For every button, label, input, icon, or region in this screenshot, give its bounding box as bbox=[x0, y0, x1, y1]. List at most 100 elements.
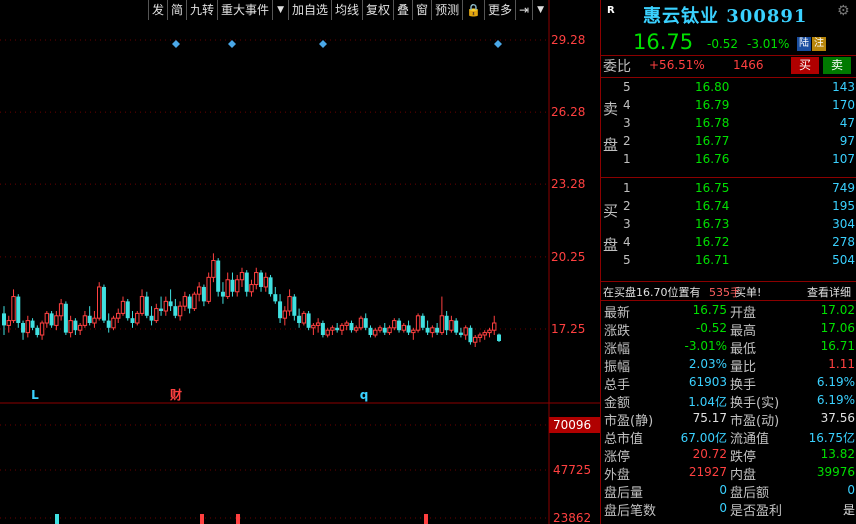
candle-body bbox=[473, 336, 478, 343]
stat-row: 市盈(静) 75.17 市盈(动) 37.56 bbox=[601, 409, 856, 429]
order-level: 1 bbox=[623, 152, 631, 166]
order-level: 5 bbox=[623, 253, 631, 267]
stat-value: 37.56 bbox=[820, 411, 855, 425]
order-volume: 97 bbox=[839, 134, 855, 148]
candle-body bbox=[249, 284, 254, 293]
toolbar-item[interactable]: 重大事件 bbox=[217, 0, 272, 20]
candle-body bbox=[149, 315, 154, 321]
toolbar-item[interactable]: 简 bbox=[167, 0, 186, 20]
stat-value: 61903 bbox=[688, 375, 727, 389]
candle-body bbox=[273, 294, 278, 302]
stat-value: 是 bbox=[842, 503, 855, 517]
event-label: q bbox=[360, 388, 369, 402]
candle-body bbox=[368, 327, 373, 336]
candle-body bbox=[216, 260, 221, 292]
sell-order-row[interactable]: 3 16.78 47 bbox=[621, 114, 856, 132]
toolbar-item[interactable]: 均线 bbox=[331, 0, 362, 20]
candle-body bbox=[101, 286, 106, 321]
sell-order-row[interactable]: 2 16.77 97 bbox=[621, 132, 856, 150]
buy-order-row[interactable]: 5 16.71 504 bbox=[621, 251, 856, 269]
event-marker-icon bbox=[319, 40, 327, 48]
candle-body bbox=[406, 325, 411, 333]
stat-value: 67.00亿 bbox=[680, 431, 727, 445]
toolbar-item[interactable]: 九转 bbox=[186, 0, 217, 20]
buy-order-row[interactable]: 3 16.73 304 bbox=[621, 215, 856, 233]
candle-body bbox=[11, 296, 16, 322]
stat-value: 20.72 bbox=[692, 447, 727, 461]
order-level: 2 bbox=[623, 199, 631, 213]
candle-body bbox=[425, 327, 430, 333]
kline-chart[interactable]: 29.28 26.28 23.28 20.25 17.25 70096 47725 23862… bbox=[0, 0, 600, 524]
stat-row: 涨幅 -3.01% 最低 16.71 bbox=[601, 337, 856, 357]
stat-value: 0 bbox=[719, 483, 727, 497]
candle-body bbox=[477, 334, 483, 338]
toolbar-item[interactable]: 叠 bbox=[393, 0, 412, 20]
toolbar-item[interactable]: 发 bbox=[148, 0, 167, 20]
candle-body bbox=[435, 327, 440, 333]
candle-body bbox=[163, 300, 169, 312]
toolbar-item[interactable]: 🔒 bbox=[462, 0, 484, 20]
gear-icon[interactable]: ⚙ bbox=[837, 3, 850, 19]
toolbar-item[interactable]: ⇥ bbox=[515, 0, 532, 20]
weibi-label: 委比 bbox=[603, 59, 631, 75]
toolbar-item[interactable]: 复权 bbox=[362, 0, 393, 20]
candle-body bbox=[120, 300, 126, 314]
sell-order-row[interactable]: 1 16.76 107 bbox=[621, 150, 856, 168]
candle-body bbox=[254, 272, 259, 286]
sell-order-row[interactable]: 4 16.79 170 bbox=[621, 96, 856, 114]
stat-label: 盘后笔数 bbox=[604, 504, 657, 519]
toolbar-item[interactable]: 窗 bbox=[412, 0, 431, 20]
candle-body bbox=[116, 312, 121, 319]
candle-body bbox=[354, 327, 359, 331]
buy-side-label: 买 bbox=[603, 202, 619, 220]
volume-tick-label: 23862 bbox=[553, 511, 591, 524]
toolbar-item[interactable]: ▼ bbox=[272, 0, 288, 20]
candle-body bbox=[58, 303, 64, 317]
candle-body bbox=[454, 320, 459, 333]
toolbar-item[interactable]: 加自选 bbox=[287, 0, 331, 20]
candle-body bbox=[39, 322, 45, 336]
event-marker-icon bbox=[228, 40, 236, 48]
candle-body bbox=[239, 272, 245, 281]
buy-order-row[interactable]: 4 16.72 278 bbox=[621, 233, 856, 251]
candle-body bbox=[397, 320, 402, 331]
divider bbox=[601, 177, 856, 178]
candle-body bbox=[77, 324, 83, 331]
candle-body bbox=[173, 306, 178, 316]
buy-order-row[interactable]: 2 16.74 195 bbox=[621, 197, 856, 215]
toolbar-item[interactable]: 预测 bbox=[431, 0, 462, 20]
kline-chart-area[interactable]: 29.28 26.28 23.28 20.25 17.25 70096 47725 23862… bbox=[0, 0, 600, 524]
y-tick-label: 26.28 bbox=[551, 105, 585, 119]
order-price: 16.75 bbox=[695, 181, 730, 195]
candle-body bbox=[16, 296, 21, 323]
stat-value: 17.06 bbox=[820, 321, 855, 335]
candle-body bbox=[335, 327, 340, 331]
price-row: 16.75 -0.52 -3.01% 陆 注 bbox=[601, 30, 856, 54]
candle-body bbox=[411, 329, 416, 334]
view-detail-link[interactable]: 查看详细 bbox=[807, 284, 851, 300]
candle-body bbox=[382, 327, 387, 333]
candle-body bbox=[49, 313, 54, 326]
candle-body bbox=[196, 286, 202, 295]
registration-badge[interactable]: 注 bbox=[812, 37, 826, 51]
stat-value: 16.71 bbox=[820, 339, 855, 353]
candle-body bbox=[111, 317, 116, 329]
stat-value: 0 bbox=[719, 501, 727, 515]
sell-button[interactable]: 卖 bbox=[823, 57, 851, 74]
candle-body bbox=[282, 310, 288, 319]
buy-button[interactable]: 买 bbox=[791, 57, 819, 74]
order-volume: 278 bbox=[832, 235, 855, 249]
hk-connect-badge[interactable]: 陆 bbox=[797, 37, 811, 51]
toolbar-item[interactable]: 更多 bbox=[484, 0, 515, 20]
volume-tick-label: 47725 bbox=[553, 463, 591, 477]
candle-body bbox=[201, 286, 206, 302]
chart-toolbar: 发简九转 重大事件 ▼ 加自选 均线 复权叠窗预测 🔒 更多 ⇥ ▼ bbox=[148, 0, 549, 20]
candle-body bbox=[415, 315, 421, 331]
order-volume: 107 bbox=[832, 152, 855, 166]
buy-order-row[interactable]: 1 16.75 749 bbox=[621, 179, 856, 197]
toolbar-item[interactable]: ▼ bbox=[532, 0, 548, 20]
stat-value: 17.02 bbox=[820, 303, 855, 317]
sell-order-row[interactable]: 5 16.80 143 bbox=[621, 78, 856, 96]
candle-body bbox=[463, 327, 468, 336]
order-level: 4 bbox=[623, 98, 631, 112]
